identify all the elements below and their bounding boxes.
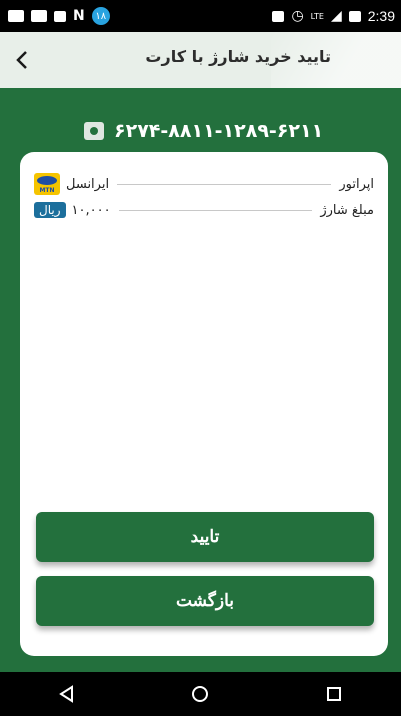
- currency-badge: ریال: [34, 202, 66, 218]
- amount-label: مبلغ شارژ: [320, 202, 374, 218]
- back-return-button[interactable]: بازگشت: [36, 576, 374, 626]
- mtn-logo-text: MTN: [39, 187, 55, 194]
- details-panel: اپراتور ایرانسل MTN مبلغ شارژ ۱۰,۰۰۰ ریا…: [20, 152, 388, 656]
- chevron-left-icon: [16, 51, 27, 69]
- card-number: ۶۲۷۴-۸۸۱۱-۱۲۸۹-۶۲۱۱: [114, 120, 324, 142]
- system-nav-bar: [0, 672, 401, 716]
- operator-value-wrap: ایرانسل MTN: [34, 173, 109, 195]
- app-header: تایید خرید شارژ با کارت: [0, 32, 401, 88]
- back-button[interactable]: [6, 44, 38, 76]
- clock: 2:39: [367, 8, 395, 24]
- operator-label: اپراتور: [339, 176, 374, 192]
- battery-icon: [348, 10, 361, 22]
- nav-back-button[interactable]: [37, 672, 97, 716]
- irancell-logo-icon: MTN: [34, 173, 60, 195]
- video-call-icon: [8, 10, 24, 22]
- nav-home-button[interactable]: [170, 672, 230, 716]
- safe-icon: [84, 122, 104, 140]
- network-n-icon: N: [73, 8, 85, 24]
- signal-icon: ◢: [330, 8, 342, 24]
- operator-row: اپراتور ایرانسل MTN: [34, 172, 374, 196]
- amount-row: مبلغ شارژ ۱۰,۰۰۰ ریال: [34, 198, 374, 222]
- amount-value-wrap: ۱۰,۰۰۰ ریال: [34, 202, 111, 218]
- shield-icon: [54, 10, 66, 22]
- dotted-divider: [118, 209, 313, 211]
- lte-label: LTE: [310, 11, 324, 21]
- page-title: تایید خرید شارژ با کارت: [145, 47, 331, 66]
- status-bar: N ۱۸ ◷ LTE ◢ 2:39: [0, 0, 401, 32]
- dotted-divider: [117, 183, 332, 185]
- video-call-icon-2: [31, 10, 47, 22]
- status-right-icons: ◷ LTE ◢ 2:39: [272, 8, 395, 24]
- card-number-row: ۶۲۷۴-۸۸۱۱-۱۲۸۹-۶۲۱۱: [84, 118, 334, 144]
- confirm-button[interactable]: تایید: [36, 512, 374, 562]
- circle-home-icon: [192, 686, 209, 702]
- notification-badge: ۱۸: [91, 7, 110, 25]
- alarm-icon: ◷: [291, 8, 304, 24]
- square-recents-icon: [327, 687, 342, 701]
- amount-value: ۱۰,۰۰۰: [71, 202, 111, 218]
- status-left-icons: N ۱۸: [8, 7, 110, 25]
- triangle-back-icon: [58, 685, 73, 703]
- operator-value: ایرانسل: [66, 176, 110, 192]
- cast-icon: [272, 10, 285, 22]
- nav-recents-button[interactable]: [304, 672, 364, 716]
